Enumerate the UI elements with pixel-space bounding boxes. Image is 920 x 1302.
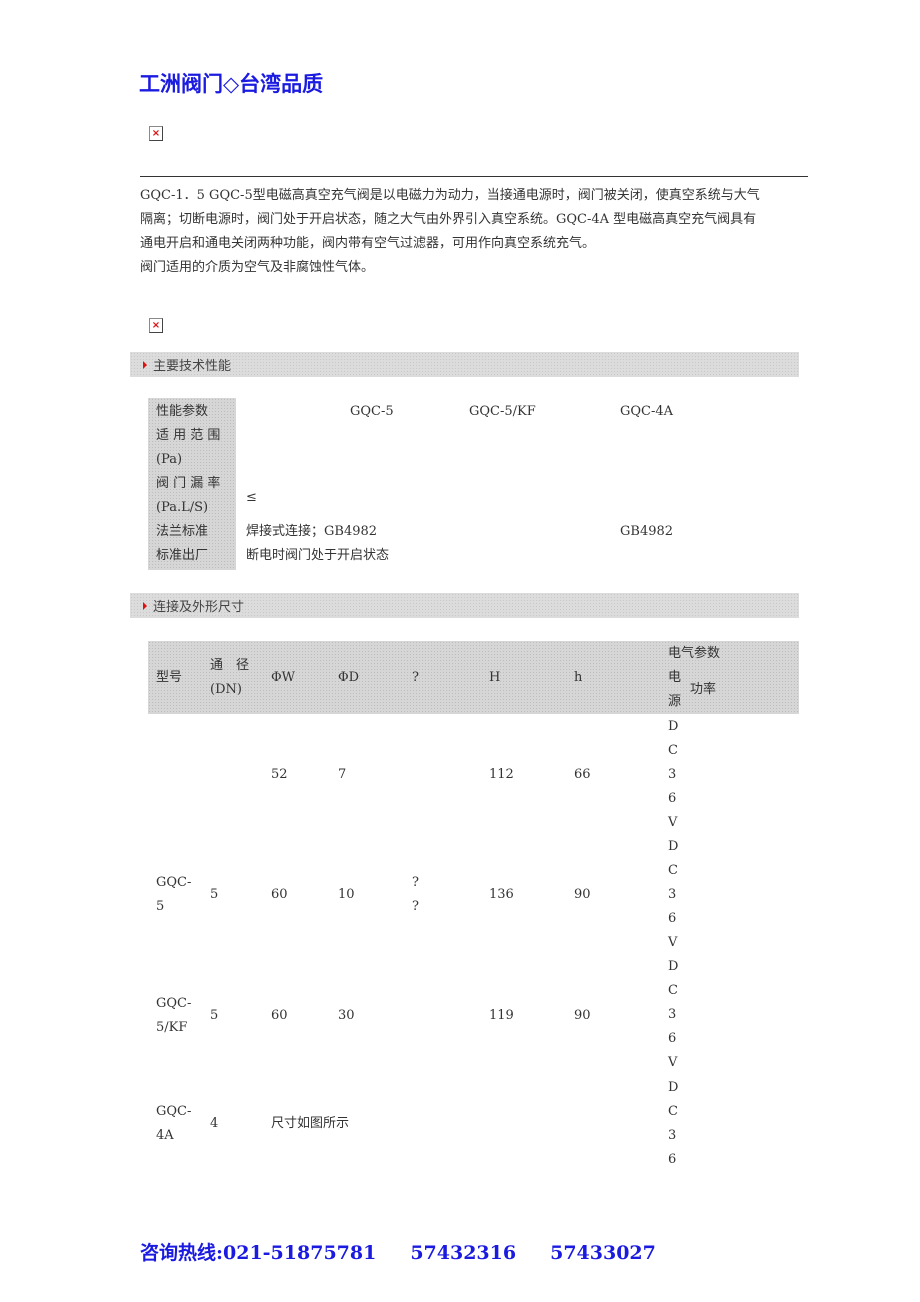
spec-value: GB4982 [620,524,674,539]
cell-power-source: DC36 [668,1080,679,1167]
spec-row-label: 适 用 范 围 [156,428,221,443]
cell-H: 119 [489,1008,514,1023]
header-unknown: ? [412,670,419,685]
cell-phiw: 52 [271,767,288,782]
intro-paragraph: GQC-1．5 GQC-5型电磁高真空充气阀是以电磁力为动力，当接通电源时，阀门… [140,184,812,280]
header-h: h [574,670,583,685]
cell-model: 4A [156,1128,174,1143]
spec-row-label: 法兰标准 [156,524,209,539]
section-title: 主要技术性能 [153,359,232,374]
cell-model: 5/KF [156,1020,188,1035]
broken-image-x-glyph: × [151,127,161,139]
spec-header-col: GQC-4A [620,404,674,419]
cell-h: 66 [574,767,591,782]
spec-row-label: (Pa.L/S) [156,500,209,515]
red-arrow-icon [143,360,147,369]
page-title: 工洲阀门◇台湾品质 [139,72,324,96]
header-power-source: 电 [668,670,682,685]
spec-header-label: 性能参数 [156,404,209,419]
spec-row-label: 标准出厂 [156,548,209,563]
spec-header-col: GQC-5 [350,404,394,419]
cell-model: 5 [156,899,165,914]
spec-row-label: (Pa) [156,452,183,467]
cell-H: 136 [489,887,514,902]
cell-dn: 5 [210,1008,219,1023]
cell-power-source: DC36V [668,959,679,1070]
cell-power-source: DC36V [668,719,679,830]
section-title: 连接及外形尺寸 [153,600,245,615]
header-phid: ΦD [338,670,360,685]
cell-model: GQC- [156,875,192,890]
cell-dn: 4 [210,1116,219,1131]
header-dn-unit: (DN) [210,682,242,697]
section-header-dimensions: 连接及外形尺寸 [130,593,799,618]
spec-value: 焊接式连接；GB4982 [246,524,378,539]
broken-image-icon: × [149,126,163,141]
broken-image-x-glyph: × [151,319,161,331]
cell-phiw: 60 [271,1008,288,1023]
intro-line: 通电开启和通电关闭两种功能，阀内带有空气过滤器，可用作向真空系统充气。 [140,236,596,251]
hotline: 咨询热线:021-51875781 57432316 57433027 [140,1238,656,1265]
spec-header-col: GQC-5/KF [469,404,536,419]
divider [140,176,808,177]
cell-dimensions-note: 尺寸如图所示 [271,1116,350,1131]
cell-dn: 5 [210,887,219,902]
cell-phid: 30 [338,1008,355,1023]
intro-line: 阀门适用的介质为空气及非腐蚀性气体。 [140,260,375,275]
header-H: H [489,670,501,685]
cell-h: 90 [574,1008,591,1023]
hotline-label: 咨询热线:021-51875781 [140,1242,377,1264]
cell-H: 112 [489,767,514,782]
spec-value: ≤ [246,490,257,505]
section-header-performance: 主要技术性能 [130,352,799,377]
header-dn: 通 径 [210,658,250,673]
spec-row-label: 阀 门 漏 率 [156,476,221,491]
cell-unknown: ? [412,899,419,914]
hotline-phone: 57433027 [550,1242,656,1264]
intro-line: 隔离；切断电源时，阀门处于开启状态，随之大气由外界引入真空系统。GQC-4A 型… [140,212,757,227]
cell-power-source: DC36V [668,839,679,950]
cell-h: 90 [574,887,591,902]
header-model: 型号 [156,670,183,685]
spec-value: 断电时阀门处于开启状态 [246,548,390,563]
cell-phid: 7 [338,767,347,782]
cell-unknown: ? [412,875,419,890]
header-electric: 电气参数 [668,646,721,661]
header-power-source: 源 [668,694,682,709]
broken-image-icon: × [149,318,163,333]
cell-model: GQC- [156,1104,192,1119]
header-power: 功率 [690,682,717,697]
cell-model: GQC- [156,996,192,1011]
hotline-phone: 57432316 [410,1242,517,1264]
header-phiw: ΦW [271,670,296,685]
cell-phid: 10 [338,887,355,902]
cell-phiw: 60 [271,887,288,902]
red-arrow-icon [143,601,147,610]
intro-line: GQC-1．5 GQC-5型电磁高真空充气阀是以电磁力为动力，当接通电源时，阀门… [140,188,760,203]
